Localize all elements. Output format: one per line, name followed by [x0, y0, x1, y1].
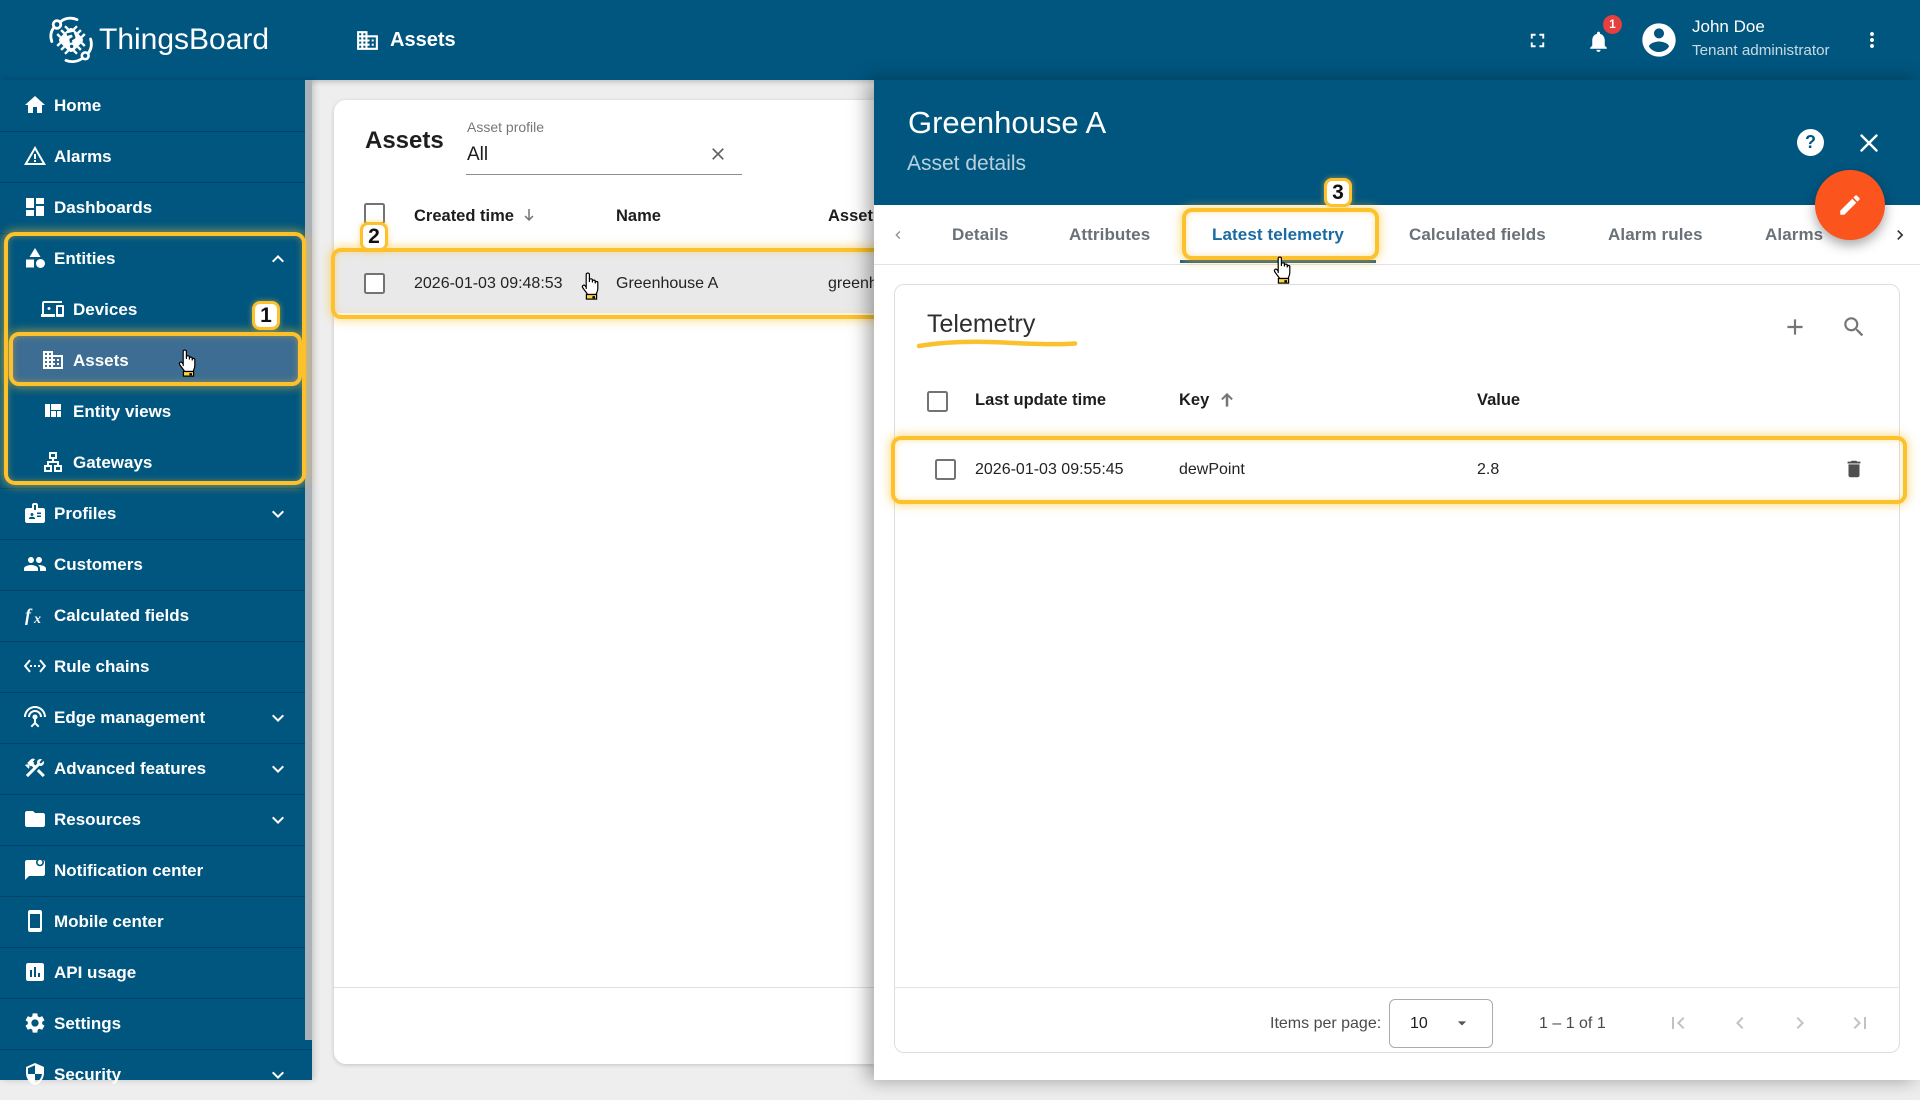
svg-text:x: x	[33, 612, 41, 627]
svg-text:f: f	[25, 605, 33, 625]
